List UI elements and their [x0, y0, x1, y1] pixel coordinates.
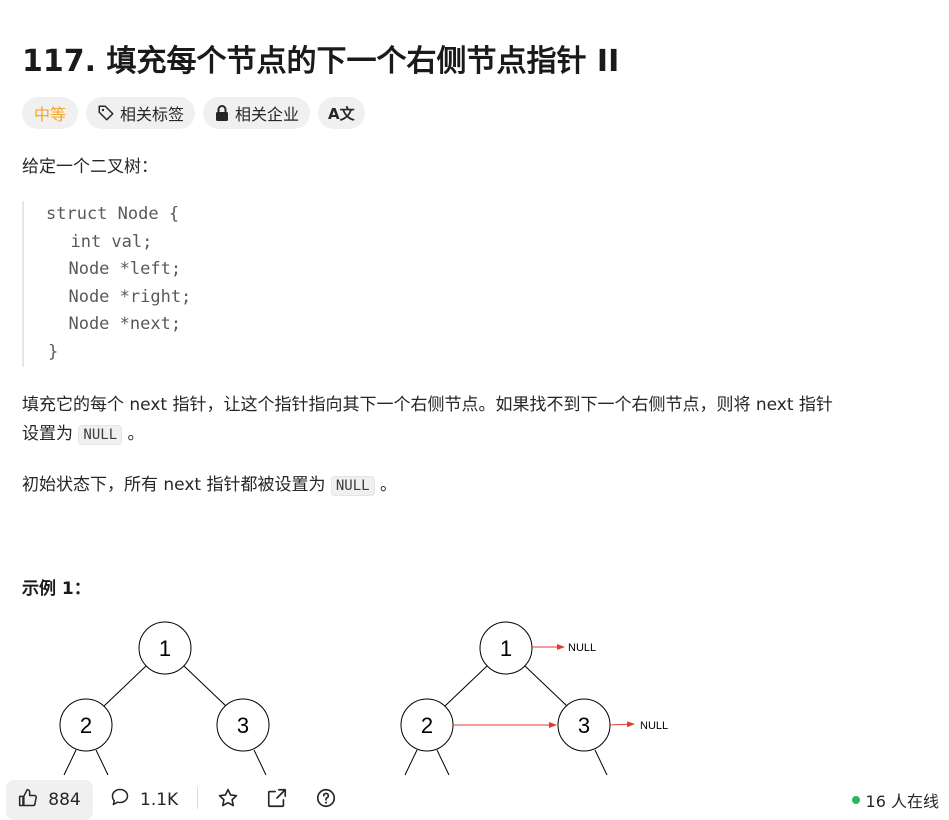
code-line: }: [48, 342, 59, 362]
related-tags-button[interactable]: 相关标签: [86, 97, 196, 129]
null-label: NULL: [568, 642, 596, 654]
tree-node-label: 2: [80, 713, 92, 738]
tree-node-label: 1: [500, 636, 512, 661]
comment-count: 1.1K: [140, 789, 179, 810]
code-line: Node *right;: [48, 287, 192, 307]
code-line: struct Node {: [46, 204, 180, 224]
code-line: Node *left;: [48, 259, 182, 279]
code-line: Node *next;: [48, 314, 182, 334]
tag-icon: [97, 104, 115, 122]
related-companies-label: 相关企业: [235, 105, 300, 124]
comments-button[interactable]: 1.1K: [110, 787, 178, 812]
share-button[interactable]: [266, 787, 288, 814]
inline-code: NULL: [330, 476, 375, 496]
code-line: int val;: [50, 232, 153, 252]
help-button[interactable]: [315, 787, 337, 814]
divider: [197, 787, 198, 809]
text: 初始状态下，所有 next 指针都被设置为: [22, 475, 331, 495]
text: 。: [122, 424, 145, 444]
text: 。: [374, 475, 397, 495]
star-icon: [217, 787, 239, 814]
question-icon: [315, 787, 337, 814]
tree-node-label: 3: [578, 713, 590, 738]
related-companies-button[interactable]: 相关企业: [203, 97, 311, 129]
online-dot: [851, 796, 860, 804]
share-icon: [266, 787, 288, 814]
next-pointer-arrow: [609, 721, 635, 728]
favorite-button[interactable]: [217, 787, 239, 814]
online-count: 16 人在线: [865, 792, 939, 811]
translate-icon: A文: [328, 104, 355, 123]
page-title: 117. 填充每个节点的下一个右侧节点指针 II: [22, 44, 620, 79]
bottom-action-bar: 884 1.1K 16 人在线: [0, 778, 949, 820]
tag-row: 中等 相关标签 相关企业 A文: [22, 97, 365, 129]
related-tags-label: 相关标签: [120, 105, 185, 124]
left-tree: 1 2 3: [59, 621, 270, 776]
description-paragraph: 初始状态下，所有 next 指针都被设置为 NULL 。: [22, 470, 397, 501]
tree-node-label: 3: [237, 713, 249, 738]
example-heading: 示例 1：: [22, 579, 91, 599]
example-tree-image: 1 2 3 1 2 3 NULL NULL: [59, 621, 668, 776]
description-paragraph: 填充它的每个 next 指针，让这个指针指向其下一个右侧节点。如果找不到下一个右…: [22, 395, 833, 415]
like-button[interactable]: 884: [6, 780, 93, 820]
description-paragraph: 设置为 NULL 。: [22, 419, 145, 450]
difficulty-badge: 中等: [22, 97, 79, 129]
like-count: 884: [48, 790, 81, 810]
online-indicator: 16 人在线: [851, 788, 939, 812]
tree-node-label: 2: [421, 713, 433, 738]
comment-icon: [110, 787, 130, 812]
lock-icon: [214, 104, 230, 122]
right-tree: 1 2 3 NULL NULL: [400, 621, 668, 776]
tree-node-label: 1: [159, 636, 171, 661]
null-label: NULL: [640, 720, 668, 732]
inline-code: NULL: [78, 425, 123, 445]
text: 设置为: [22, 424, 79, 444]
thumbs-up-icon: [18, 788, 38, 813]
code-block: struct Node { int val; Node *left; Node …: [22, 201, 324, 367]
translate-button[interactable]: A文: [318, 97, 365, 129]
description-intro: 给定一个二叉树：: [22, 157, 158, 177]
